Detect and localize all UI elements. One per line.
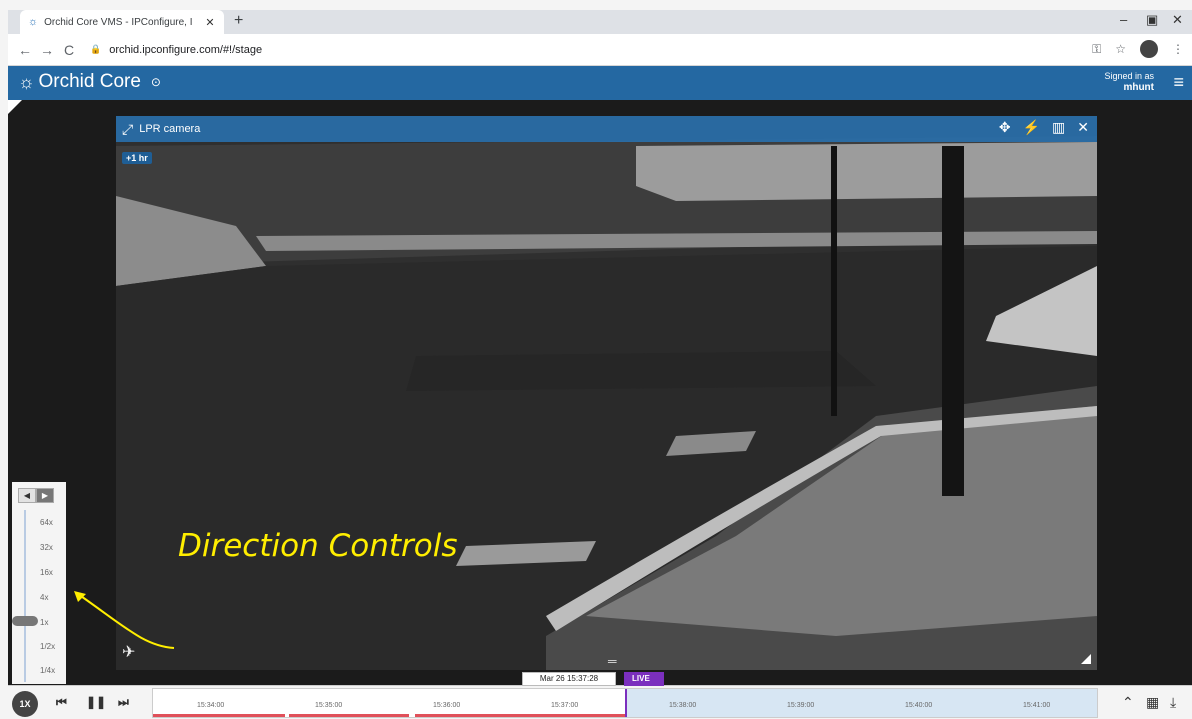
recording-segment xyxy=(415,714,625,717)
playback-rate-button[interactable]: 1X xyxy=(12,691,38,717)
new-tab-button[interactable]: + xyxy=(234,12,243,30)
stage-corner-handle[interactable] xyxy=(8,100,22,114)
stats-icon[interactable]: ▥ xyxy=(1052,119,1065,136)
app-header: ☼ Orchid Core ⊙ Signed in as mhunt ≡ xyxy=(8,66,1192,100)
time-tick: 15:40:00 xyxy=(905,702,933,709)
time-tick: 15:39:00 xyxy=(787,702,815,709)
current-time-label: Mar 26 15:37:28 xyxy=(522,672,616,686)
speed-label-64x: 64x xyxy=(40,518,53,527)
restore-window-icon[interactable]: ▣ xyxy=(1146,12,1158,28)
pause-icon[interactable]: ❚❚ xyxy=(86,695,106,709)
reverse-direction-button[interactable]: ◀ xyxy=(18,488,36,503)
time-tick: 15:41:00 xyxy=(1023,702,1051,709)
live-badge[interactable]: LIVE xyxy=(624,672,664,686)
camera-video-feed xyxy=(116,116,1097,670)
ptz-control-icon[interactable]: ✥ xyxy=(999,119,1011,136)
skip-back-icon[interactable]: ⏮ xyxy=(56,695,67,710)
chevron-up-icon[interactable]: ⌃ xyxy=(1122,694,1134,711)
ptz-off-icon[interactable]: ✈ xyxy=(122,642,135,662)
star-icon[interactable]: ☆ xyxy=(1115,42,1126,56)
time-tick: 15:37:00 xyxy=(551,702,579,709)
url-text: orchid.ipconfigure.com/#!/stage xyxy=(109,43,263,56)
signed-in-info: Signed in as mhunt xyxy=(1104,70,1154,94)
camera-stage: ⤢ LPR camera ✥ ⚡ ▥ ✕ +1 hr ✈ ═ ◀ ▶ 64x 3… xyxy=(8,100,1192,685)
camera-name: LPR camera xyxy=(139,123,201,135)
app-logo[interactable]: ☼ Orchid Core ⊙ xyxy=(18,71,161,93)
recording-segment xyxy=(153,714,285,717)
browser-address-bar: ← → C 🔒 orchid.ipconfigure.com/#!/stage … xyxy=(8,34,1192,66)
app-name: Orchid Core xyxy=(38,71,141,92)
speed-label-16x: 16x xyxy=(40,568,53,577)
url-field[interactable]: 🔒 orchid.ipconfigure.com/#!/stage xyxy=(90,44,262,56)
kebab-menu-icon[interactable]: ⋮ xyxy=(1172,42,1184,56)
browser-tab[interactable]: ☼ Orchid Core VMS - IPConfigure, I ✕ xyxy=(20,10,224,34)
time-tick: 15:34:00 xyxy=(197,702,225,709)
speed-label-1x: 1x xyxy=(40,618,49,627)
username: mhunt xyxy=(1123,82,1154,93)
forward-direction-button[interactable]: ▶ xyxy=(36,488,54,503)
orchid-logo-icon: ☼ xyxy=(18,71,35,92)
expand-icon[interactable]: ⤢ xyxy=(122,121,133,138)
download-icon[interactable]: ⤓ xyxy=(1170,694,1176,711)
signed-in-label: Signed in as xyxy=(1104,71,1154,81)
time-tick: 15:35:00 xyxy=(315,702,343,709)
camera-tile[interactable]: ⤢ LPR camera ✥ ⚡ ▥ ✕ +1 hr ✈ ═ xyxy=(116,116,1097,670)
resize-handle-icon[interactable] xyxy=(1081,654,1091,664)
annotation-label: Direction Controls xyxy=(178,528,458,564)
timeline-track[interactable]: 15:34:00 15:35:00 15:36:00 15:37:00 15:3… xyxy=(152,688,1098,718)
close-window-icon[interactable]: ✕ xyxy=(1172,12,1183,28)
speed-label-4x: 4x xyxy=(40,593,49,602)
recording-segment xyxy=(289,714,409,717)
calendar-icon[interactable]: ▦ xyxy=(1146,694,1159,711)
speed-label-quarter: 1/4x xyxy=(40,666,56,675)
playback-speed-panel: ◀ ▶ 64x 32x 16x 4x 1x 1/2x 1/4x xyxy=(12,482,66,684)
hamburger-menu-icon[interactable]: ≡ xyxy=(1173,72,1184,93)
run-icon[interactable]: ⚡ xyxy=(1023,119,1040,136)
playhead[interactable] xyxy=(625,689,627,717)
close-tab-icon[interactable]: ✕ xyxy=(202,16,218,29)
camera-title-bar: ⤢ LPR camera ✥ ⚡ ▥ ✕ xyxy=(116,116,1097,142)
time-tick: 15:36:00 xyxy=(433,702,461,709)
browser-tab-title: Orchid Core VMS - IPConfigure, I xyxy=(44,16,193,28)
reload-icon[interactable]: C xyxy=(58,42,80,58)
direction-controls: ◀ ▶ xyxy=(18,488,54,503)
orchid-favicon-icon: ☼ xyxy=(28,16,39,28)
time-tick: 15:38:00 xyxy=(669,702,697,709)
key-icon[interactable]: ⚿ xyxy=(1092,42,1101,57)
speed-label-half: 1/2x xyxy=(40,642,56,651)
minimize-window-icon[interactable]: – xyxy=(1120,12,1127,27)
browser-tab-bar: ☼ Orchid Core VMS - IPConfigure, I ✕ + –… xyxy=(8,10,1192,34)
back-arrow-icon[interactable]: ← xyxy=(14,42,36,58)
speed-label-32x: 32x xyxy=(40,543,53,552)
drag-handle-icon[interactable]: ═ xyxy=(608,654,617,668)
close-camera-icon[interactable]: ✕ xyxy=(1077,119,1089,136)
forward-arrow-icon[interactable]: → xyxy=(36,42,58,58)
lock-icon: 🔒 xyxy=(90,44,102,54)
speed-slider-track[interactable] xyxy=(24,510,26,682)
time-offset-badge: +1 hr xyxy=(122,152,152,164)
profile-avatar[interactable] xyxy=(1140,40,1158,58)
help-icon[interactable]: ⊙ xyxy=(151,75,161,89)
speed-slider-handle[interactable] xyxy=(12,616,38,626)
playback-timeline-bar: 1X ⏮ ❚❚ ⏭ 15:34:00 15:35:00 15:36:00 15:… xyxy=(8,685,1192,719)
skip-forward-icon[interactable]: ⏭ xyxy=(118,695,129,710)
